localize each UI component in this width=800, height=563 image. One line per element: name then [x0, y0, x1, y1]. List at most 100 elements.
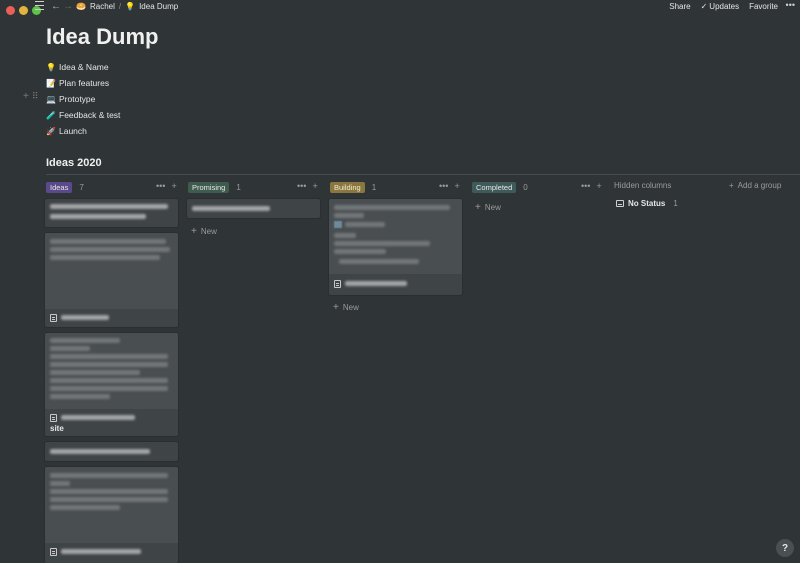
- blurred-text: [50, 214, 146, 219]
- blurred-text: [345, 222, 385, 227]
- workspace-icon: 🥯: [76, 2, 86, 11]
- updates-label: Updates: [709, 2, 740, 11]
- share-button[interactable]: Share: [669, 2, 690, 11]
- blurred-text: [50, 378, 168, 383]
- page-icon: [50, 314, 57, 322]
- blurred-text: [334, 233, 356, 238]
- check-icon: ✓: [700, 2, 708, 11]
- new-card-button[interactable]: + New: [333, 302, 359, 313]
- hidden-columns-label: Hidden columns: [614, 181, 672, 190]
- page-icon: [50, 548, 57, 556]
- column-add-button[interactable]: +: [454, 181, 459, 191]
- help-button[interactable]: ?: [776, 539, 794, 557]
- column-more-button[interactable]: •••: [156, 181, 165, 191]
- add-group-button[interactable]: + Add a group: [729, 181, 781, 190]
- card-title: [50, 547, 141, 556]
- board-card[interactable]: [45, 199, 178, 227]
- board-card[interactable]: [329, 199, 462, 295]
- card-title-text: site: [50, 424, 64, 433]
- blurred-text: [50, 497, 168, 502]
- breadcrumb-workspace[interactable]: Rachel: [90, 2, 115, 11]
- blurred-text: [50, 386, 168, 391]
- plus-icon: +: [729, 181, 734, 190]
- blurred-text: [61, 549, 141, 554]
- board-card[interactable]: [45, 233, 178, 327]
- blurred-text: [345, 281, 407, 286]
- blurred-text: [50, 362, 168, 367]
- list-item[interactable]: 🚀 Launch: [46, 123, 120, 139]
- page-title[interactable]: Idea Dump: [46, 24, 158, 50]
- column-tools: ••• +: [439, 181, 460, 191]
- column-more-button[interactable]: •••: [581, 181, 590, 191]
- list-item[interactable]: 🧪 Feedback & test: [46, 107, 120, 123]
- lightbulb-icon: 💡: [46, 62, 56, 72]
- new-card-button[interactable]: + New: [191, 226, 217, 237]
- test-tube-icon: 🧪: [46, 110, 56, 120]
- blurred-text: [334, 249, 386, 254]
- column-add-button[interactable]: +: [312, 181, 317, 191]
- drag-handle-icon[interactable]: ⠿: [32, 91, 39, 102]
- list-item[interactable]: 💡 Idea & Name: [46, 59, 120, 75]
- top-actions: Share ✓ Updates Favorite: [669, 2, 778, 11]
- board-card[interactable]: [187, 199, 320, 218]
- blurred-text: [50, 239, 166, 244]
- blurred-text: [334, 213, 364, 218]
- no-status-count: 1: [673, 199, 678, 208]
- more-options-button[interactable]: •••: [786, 0, 795, 10]
- blurred-text: [50, 489, 168, 494]
- laptop-icon: 💻: [46, 94, 56, 104]
- list-item[interactable]: 📝 Plan features: [46, 75, 120, 91]
- step-label: Idea & Name: [59, 62, 109, 72]
- minimize-window-button[interactable]: [19, 6, 28, 15]
- new-card-button[interactable]: + New: [475, 202, 501, 213]
- status-badge: Completed: [472, 181, 517, 193]
- blurred-text: [50, 204, 168, 209]
- board-card[interactable]: [45, 442, 178, 461]
- column-tools: ••• +: [156, 181, 177, 191]
- column-header-building[interactable]: Building 1: [330, 181, 376, 193]
- updates-button[interactable]: ✓ Updates: [701, 2, 740, 11]
- step-label: Plan features: [59, 78, 110, 88]
- board-card[interactable]: [45, 467, 178, 563]
- blurred-text: [50, 255, 160, 260]
- column-more-button[interactable]: •••: [439, 181, 448, 191]
- blurred-text: [50, 481, 70, 486]
- card-title: site: [50, 413, 135, 433]
- column-more-button[interactable]: •••: [297, 181, 306, 191]
- column-count: 1: [236, 182, 241, 192]
- blurred-text: [50, 473, 168, 478]
- column-header-promising[interactable]: Promising 1: [188, 181, 241, 193]
- board-card[interactable]: site: [45, 333, 178, 436]
- favorite-button[interactable]: Favorite: [749, 2, 778, 11]
- forward-arrow-icon[interactable]: →: [63, 1, 73, 12]
- step-label: Feedback & test: [59, 110, 121, 120]
- inbox-icon: [616, 200, 624, 207]
- back-arrow-icon[interactable]: ←: [51, 1, 61, 12]
- blurred-text: [339, 259, 419, 264]
- hidden-column-no-status[interactable]: No Status 1: [616, 199, 678, 208]
- divider: [46, 174, 800, 175]
- card-title: [334, 279, 407, 288]
- column-header-completed[interactable]: Completed 0: [472, 181, 528, 193]
- card-preview: [329, 199, 462, 274]
- breadcrumb-page[interactable]: Idea Dump: [139, 2, 178, 11]
- column-add-button[interactable]: +: [596, 181, 601, 191]
- lightbulb-icon: 💡: [125, 2, 136, 11]
- board-title[interactable]: Ideas 2020: [46, 157, 102, 169]
- sidebar-toggle-icon[interactable]: [35, 1, 44, 10]
- add-group-label: Add a group: [737, 181, 782, 190]
- column-add-button[interactable]: +: [171, 181, 176, 191]
- column-header-ideas[interactable]: Ideas 7: [46, 181, 84, 193]
- new-card-label: New: [484, 203, 501, 212]
- blurred-text: [50, 394, 110, 399]
- blurred-text: [50, 247, 170, 252]
- page-icon: [50, 414, 57, 422]
- blurred-text: [334, 241, 430, 246]
- list-item[interactable]: 💻 Prototype: [46, 91, 120, 107]
- embed-thumbnail: [334, 221, 342, 228]
- status-badge: Building: [330, 181, 365, 193]
- close-window-button[interactable]: [6, 6, 15, 15]
- blurred-text: [61, 415, 135, 420]
- add-block-icon[interactable]: +: [23, 91, 29, 102]
- blurred-text: [50, 370, 140, 375]
